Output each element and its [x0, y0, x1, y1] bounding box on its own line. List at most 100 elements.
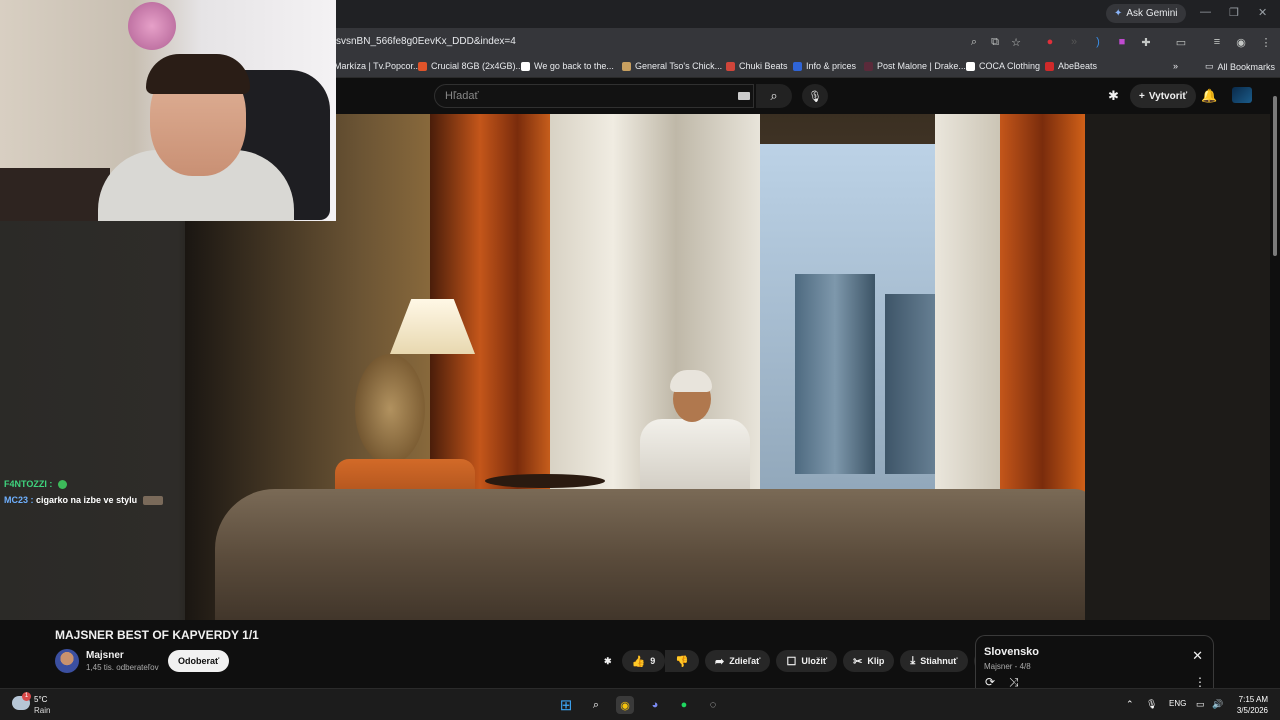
- extensions-puzzle-icon[interactable]: ✚: [1138, 34, 1154, 50]
- bookmark-item[interactable]: Post Malone | Drake...: [864, 61, 966, 71]
- create-button[interactable]: + Vytvoriť: [1130, 84, 1197, 108]
- app-icon[interactable]: ◌: [704, 696, 722, 714]
- extension-red-icon[interactable]: ●: [1042, 34, 1058, 50]
- bookmark-favicon: [793, 61, 802, 71]
- chat-message: MC23 : cigarko na izbe ve stylu: [4, 495, 163, 506]
- extension-arrow-icon[interactable]: »: [1066, 34, 1082, 50]
- save-playlist-icon: ☐: [786, 655, 797, 668]
- taskbar-search-icon[interactable]: ⌕: [587, 696, 605, 714]
- bookmarks-overflow-icon[interactable]: »: [1173, 61, 1178, 71]
- loop-icon[interactable]: ⟳: [985, 675, 995, 689]
- volume-icon[interactable]: 🔊: [1212, 699, 1223, 710]
- video-actions: ✱ 👍 9 👎 ➦ Zdieľať ☐ Uložiť ✂ Klip ⤓ Stia…: [600, 650, 1000, 672]
- taskbar-clock[interactable]: 7:15 AM 3/5/2026: [1232, 694, 1268, 716]
- bookmark-item[interactable]: Info & prices: [793, 61, 856, 71]
- bookmark-star-icon[interactable]: ☆: [1008, 34, 1024, 50]
- gear-icon[interactable]: ✱: [600, 650, 616, 672]
- bookmark-favicon: [966, 61, 975, 71]
- media-control-icon[interactable]: ≡: [1209, 34, 1225, 50]
- save-label: Uložiť: [801, 656, 828, 666]
- scissors-icon: ✂: [853, 655, 863, 668]
- cast-icon[interactable]: ⧉: [987, 34, 1003, 50]
- share-button[interactable]: ➦ Zdieľať: [704, 650, 771, 672]
- tray-microphone-icon[interactable]: 🎙: [1146, 699, 1157, 710]
- notifications-bell-icon[interactable]: 🔔: [1201, 88, 1217, 104]
- subscribe-button[interactable]: Odoberať: [168, 650, 230, 672]
- bookmark-favicon: [1045, 61, 1054, 71]
- video-title: MAJSNER BEST OF KAPVERDY 1/1: [55, 628, 259, 642]
- clock-time: 7:15 AM: [1238, 695, 1268, 704]
- tab-search-icon[interactable]: ▭: [1173, 34, 1189, 50]
- download-icon: ⤓: [910, 654, 916, 667]
- save-button[interactable]: ☐ Uložiť: [776, 650, 838, 672]
- download-label: Stiahnuť: [920, 656, 958, 666]
- bookmark-item[interactable]: We go back to the...: [521, 61, 614, 71]
- dislike-button[interactable]: 👎: [665, 650, 699, 672]
- zoom-icon[interactable]: ⌕: [966, 34, 982, 50]
- webcam-streamer-hair: [146, 54, 250, 94]
- discord-icon[interactable]: ◕: [646, 696, 664, 714]
- restore-icon[interactable]: ❐: [1229, 6, 1239, 19]
- bookmark-item[interactable]: COCA Clothing: [966, 61, 1040, 71]
- share-label: Zdieľať: [729, 656, 761, 666]
- settings-gear-icon[interactable]: ✱: [1108, 88, 1119, 104]
- like-button[interactable]: 👍 9: [621, 650, 666, 672]
- bookmark-item[interactable]: Chuki Beats: [726, 61, 788, 71]
- playlist-position: Majsner - 4/8: [984, 662, 1031, 671]
- voice-search-button[interactable]: 🎙: [802, 84, 828, 108]
- video-frame-curtain: [1000, 114, 1085, 514]
- search-input[interactable]: Hľadať: [434, 84, 754, 108]
- spotify-icon[interactable]: ●: [675, 696, 693, 714]
- url-text[interactable]: svsnBN_566fe8g0EevKx_DDD&index=4: [336, 36, 516, 47]
- download-button[interactable]: ⤓ Stiahnuť: [900, 650, 968, 672]
- browser-menu-icon[interactable]: ⋮: [1258, 34, 1274, 50]
- all-bookmarks-button[interactable]: ▭ All Bookmarks: [1205, 61, 1275, 72]
- input-language[interactable]: ENG: [1169, 699, 1186, 708]
- thumbs-up-icon: 👍: [631, 655, 646, 668]
- search-icon: ⌕: [770, 88, 778, 103]
- video-frame-cap: [670, 370, 712, 392]
- profile-avatar-icon[interactable]: ◉: [1233, 34, 1249, 50]
- ask-gemini-label: Ask Gemini: [1126, 8, 1178, 19]
- ask-gemini-button[interactable]: ✦ Ask Gemini: [1106, 4, 1186, 23]
- windows-start-icon[interactable]: ⊞: [557, 696, 575, 714]
- create-label: Vytvoriť: [1148, 90, 1188, 102]
- extension-audio-icon[interactable]: ): [1090, 34, 1106, 50]
- video-frame-building: [795, 274, 875, 474]
- tray-overflow-icon[interactable]: ⌃: [1126, 699, 1134, 710]
- playlist-panel: Slovensko Majsner - 4/8 ✕ ⟳ ⤨ ⋮: [975, 635, 1214, 691]
- chat-emote-icon: [57, 480, 67, 490]
- minimize-icon[interactable]: —: [1200, 6, 1211, 18]
- search-button[interactable]: ⌕: [756, 84, 792, 108]
- account-avatar[interactable]: [1232, 87, 1252, 103]
- bookmark-item[interactable]: General Tso's Chick...: [622, 61, 722, 71]
- page-scrollbar[interactable]: [1270, 82, 1280, 688]
- chat-username: MC23 :: [4, 495, 34, 505]
- bookmark-item[interactable]: Crucial 8GB (2x4GB)...: [418, 61, 523, 71]
- channel-name[interactable]: Majsner: [86, 650, 124, 661]
- extension-purple-icon[interactable]: ■: [1114, 34, 1130, 50]
- close-icon[interactable]: ✕: [1192, 648, 1203, 664]
- chrome-icon[interactable]: ◉: [616, 696, 634, 714]
- bookmark-item[interactable]: Markíza | Tv.Popcor...: [334, 61, 421, 71]
- microphone-icon: 🎙: [808, 90, 822, 103]
- keyboard-icon[interactable]: [738, 92, 750, 100]
- bookmark-item[interactable]: AbeBeats: [1045, 61, 1097, 71]
- network-icon[interactable]: ▭: [1196, 699, 1205, 710]
- video-frame-person: [640, 419, 750, 499]
- gemini-icon: ✦: [1114, 8, 1123, 19]
- weather-temperature[interactable]: 5°C: [34, 695, 47, 704]
- scrollbar-thumb[interactable]: [1273, 96, 1277, 256]
- share-arrow-icon: ➦: [714, 655, 725, 668]
- close-window-icon[interactable]: ✕: [1258, 6, 1267, 19]
- windows-taskbar: 1 5°C Rain ⊞ ⌕ ◉ ◕ ● ◌ ⌃ 🎙 ENG ▭ 🔊 7:15 …: [0, 688, 1280, 720]
- video-frame-lamp-glow: [355, 354, 425, 464]
- clip-button[interactable]: ✂ Klip: [843, 650, 895, 672]
- clock-date: 3/5/2026: [1236, 706, 1268, 715]
- video-frame-table: [485, 474, 605, 488]
- weather-condition: Rain: [34, 706, 51, 715]
- playlist-menu-icon[interactable]: ⋮: [1194, 675, 1206, 689]
- channel-avatar[interactable]: [55, 649, 79, 673]
- playlist-title[interactable]: Slovensko: [984, 646, 1039, 658]
- webcam-overlay: [0, 0, 336, 221]
